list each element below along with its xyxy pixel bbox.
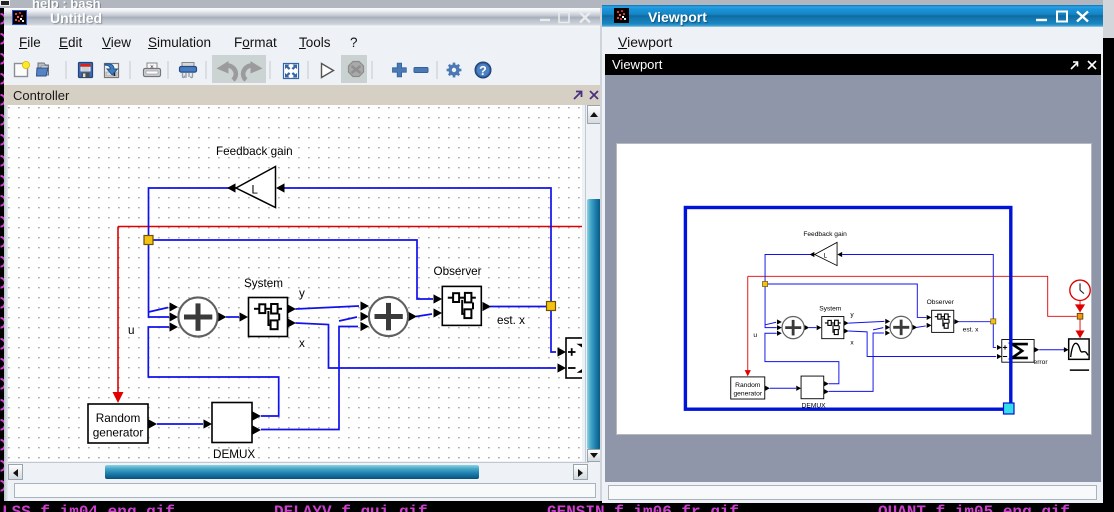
svg-text:?: ? — [479, 64, 487, 78]
